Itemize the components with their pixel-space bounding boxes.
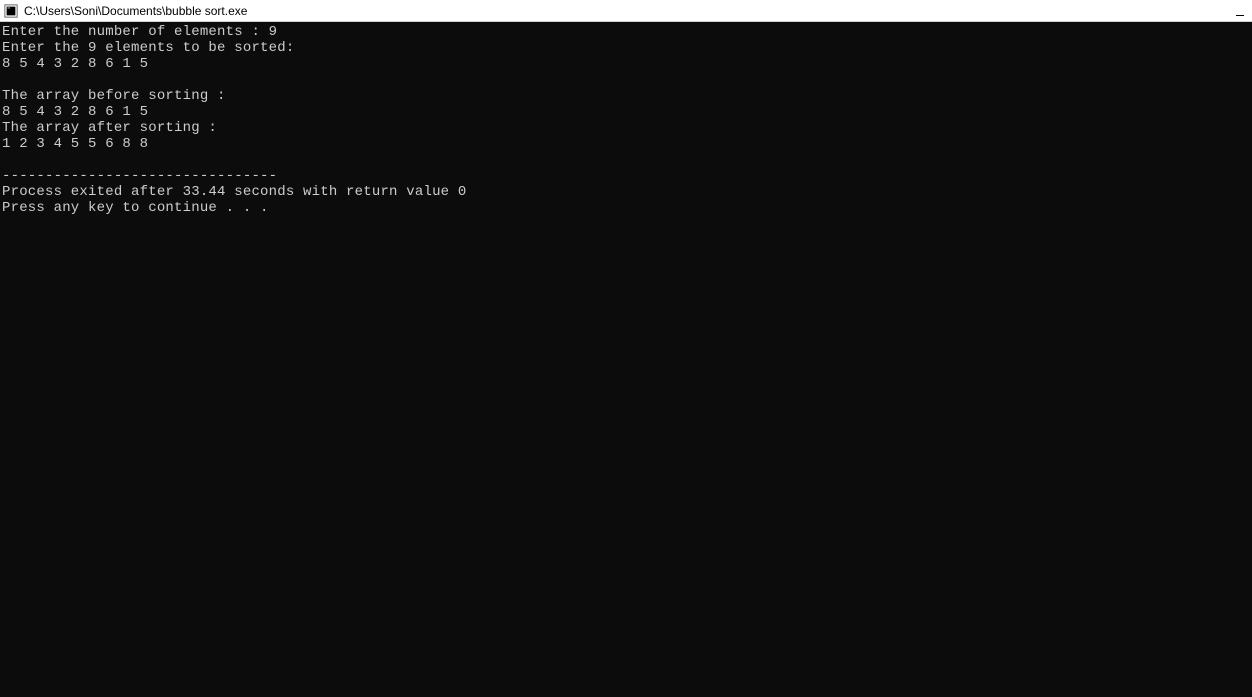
- console-line: 8 5 4 3 2 8 6 1 5: [2, 56, 1252, 72]
- console-line: 8 5 4 3 2 8 6 1 5: [2, 104, 1252, 120]
- console-line: Enter the number of elements : 9: [2, 24, 1252, 40]
- console-line: --------------------------------: [2, 168, 1252, 184]
- console-line: [2, 72, 1252, 88]
- console-line: Process exited after 33.44 seconds with …: [2, 184, 1252, 200]
- console-line: Enter the 9 elements to be sorted:: [2, 40, 1252, 56]
- console-line: [2, 152, 1252, 168]
- minimize-icon: [1236, 15, 1244, 16]
- console-line: Press any key to continue . . .: [2, 200, 1252, 216]
- app-icon: [4, 4, 18, 18]
- console-line: The array before sorting :: [2, 88, 1252, 104]
- console-output[interactable]: Enter the number of elements : 9Enter th…: [0, 22, 1252, 697]
- console-line: The array after sorting :: [2, 120, 1252, 136]
- console-line: 1 2 3 4 5 5 6 8 8: [2, 136, 1252, 152]
- window-title: C:\Users\Soni\Documents\bubble sort.exe: [24, 4, 1248, 18]
- minimize-button[interactable]: [1234, 4, 1246, 16]
- title-bar[interactable]: C:\Users\Soni\Documents\bubble sort.exe: [0, 0, 1252, 22]
